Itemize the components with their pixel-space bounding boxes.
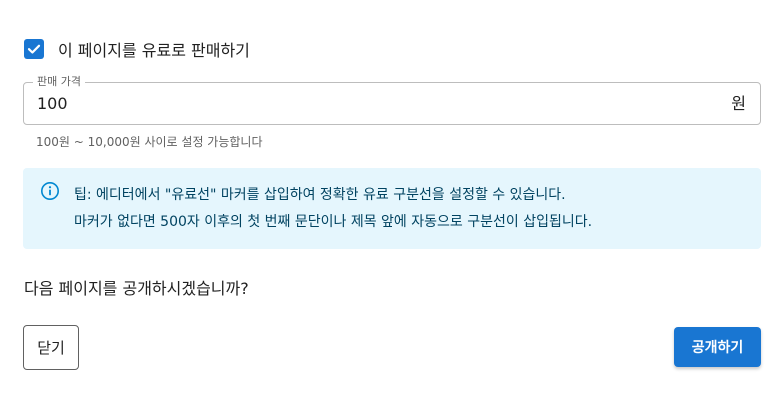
publish-button[interactable]: 공개하기 bbox=[674, 327, 761, 367]
publish-dialog: 이 페이지를 유료로 판매하기 판매 가격 원 100원 ~ 10,000원 사… bbox=[0, 0, 778, 418]
paid-checkbox[interactable] bbox=[24, 39, 44, 59]
tip-alert: 팁: 에디터에서 "유료선" 마커를 삽입하여 정확한 유료 구분선을 설정할 … bbox=[23, 168, 761, 249]
paid-option[interactable]: 이 페이지를 유료로 판매하기 bbox=[24, 37, 250, 61]
info-icon bbox=[41, 182, 59, 200]
check-icon bbox=[27, 44, 41, 54]
price-unit: 원 bbox=[731, 94, 746, 113]
price-field: 판매 가격 원 bbox=[23, 75, 761, 125]
close-button[interactable]: 닫기 bbox=[23, 325, 79, 370]
tip-text-line-1: 팁: 에디터에서 "유료선" 마커를 삽입하여 정확한 유료 구분선을 설정할 … bbox=[74, 187, 566, 203]
paid-option-label: 이 페이지를 유료로 판매하기 bbox=[58, 41, 250, 60]
publish-question: 다음 페이지를 공개하시겠습니까? bbox=[24, 279, 249, 298]
price-input[interactable] bbox=[37, 83, 687, 124]
price-helper-text: 100원 ~ 10,000원 사이로 설정 가능합니다 bbox=[36, 135, 263, 149]
tip-text-line-2: 마커가 없다면 500자 이후의 첫 번째 문단이나 제목 앞에 자동으로 구분… bbox=[74, 214, 593, 230]
